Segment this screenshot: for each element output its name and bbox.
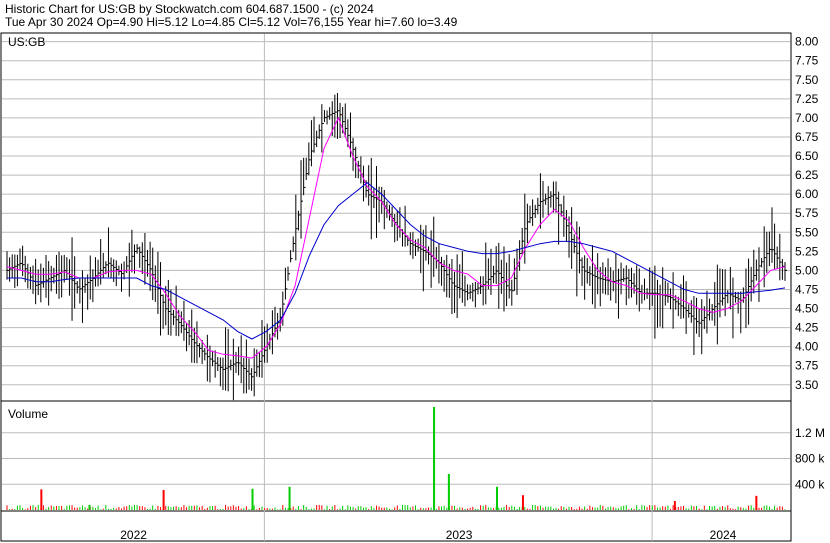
price-tick-label: 3.50 [795, 378, 819, 392]
volume-tick-label: 800 k [795, 452, 825, 466]
volume-spike-bar [162, 490, 165, 510]
year-tick-label: 2024 [710, 528, 737, 542]
volume-spike-bar [673, 500, 676, 510]
volume-spike-bar [755, 495, 758, 510]
price-tick-label: 6.50 [795, 149, 819, 163]
price-tick-label: 7.25 [795, 92, 819, 106]
volume-spike-bar [447, 473, 450, 510]
volume-panel-label: Volume [8, 407, 48, 421]
volume-spike-bar [496, 486, 499, 510]
short-moving-average-line [6, 116, 786, 359]
price-tick-label: 7.00 [795, 111, 819, 125]
long-moving-average-line [7, 182, 786, 340]
price-tick-label: 3.75 [795, 359, 819, 373]
price-tick-label: 4.25 [795, 321, 819, 335]
volume-spike-bar [288, 486, 291, 510]
price-tick-label: 4.50 [795, 302, 819, 316]
price-tick-label: 5.50 [795, 225, 819, 239]
volume-spike-bar [521, 495, 524, 510]
volume-tick-label: 1.2 M [795, 426, 825, 440]
year-tick-label: 2022 [120, 528, 147, 542]
price-tick-label: 6.75 [795, 130, 819, 144]
year-tick-label: 2023 [446, 528, 473, 542]
price-panel-label: US:GB [8, 35, 45, 49]
price-tick-label: 5.25 [795, 244, 819, 258]
price-tick-label: 4.75 [795, 282, 819, 296]
price-tick-label: 5.75 [795, 206, 819, 220]
price-tick-label: 7.75 [795, 54, 819, 68]
price-tick-label: 4.00 [795, 340, 819, 354]
historic-chart: Historic Chart for US:GB by Stockwatch.c… [0, 2, 825, 542]
volume-panel-frame [0, 400, 792, 512]
volume-spike-bar [40, 489, 43, 510]
price-bars [6, 92, 787, 401]
volume-spike-bar [433, 407, 436, 510]
volume-spike-bar [88, 504, 91, 510]
chart-header-line1: Historic Chart for US:GB by Stockwatch.c… [5, 2, 374, 16]
price-tick-label: 6.25 [795, 168, 819, 182]
grid-lines [2, 34, 790, 541]
price-panel-frame [0, 32, 792, 402]
volume-spike-bar [251, 488, 254, 510]
moving-averages [6, 116, 786, 359]
price-tick-label: 6.00 [795, 187, 819, 201]
price-tick-label: 8.00 [795, 35, 819, 49]
chart-header-line2: Tue Apr 30 2024 Op=4.90 Hi=5.12 Lo=4.85 … [5, 15, 458, 29]
price-tick-label: 7.50 [795, 73, 819, 87]
price-tick-label: 5.00 [795, 263, 819, 277]
volume-tick-label: 400 k [795, 477, 825, 491]
